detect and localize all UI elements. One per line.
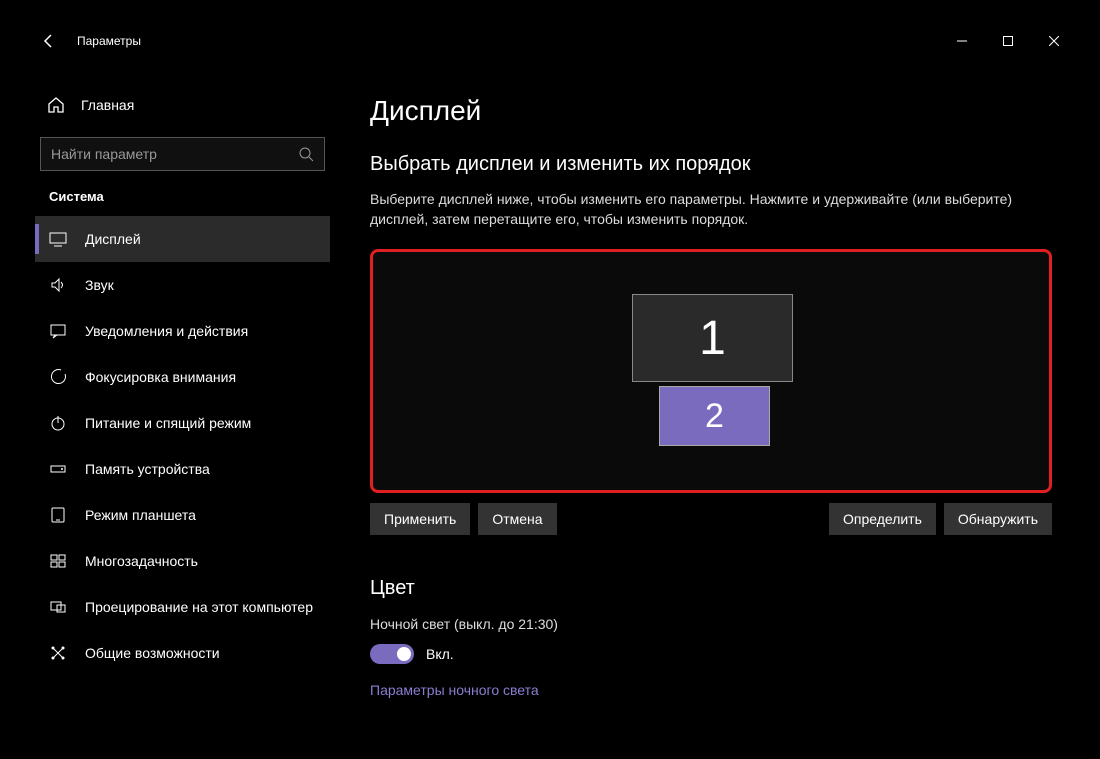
toggle-state-label: Вкл. (426, 646, 454, 662)
nav-display[interactable]: Дисплей (35, 216, 330, 262)
search-icon (298, 146, 314, 162)
monitor-1[interactable]: 1 (632, 294, 793, 382)
color-title: Цвет (370, 577, 1047, 600)
arrange-description: Выберите дисплей ниже, чтобы изменить ег… (370, 190, 1030, 229)
arrange-title: Выбрать дисплеи и изменить их порядок (370, 153, 1047, 176)
minimize-icon (957, 36, 967, 46)
night-light-status: Ночной свет (выкл. до 21:30) (370, 616, 1047, 632)
close-button[interactable] (1031, 25, 1077, 57)
nav-label: Уведомления и действия (85, 323, 248, 339)
nav-multitask[interactable]: Многозадачность (35, 538, 330, 584)
back-button[interactable] (25, 25, 73, 57)
window-title: Параметры (77, 34, 141, 48)
storage-icon (49, 460, 67, 478)
maximize-button[interactable] (985, 25, 1031, 57)
sidebar: Главная Система Дисплей Звук Уведомления… (25, 57, 340, 735)
arrow-left-icon (41, 33, 57, 49)
home-label: Главная (81, 97, 134, 113)
nav-label: Дисплей (85, 231, 141, 247)
content: Дисплей Выбрать дисплеи и изменить их по… (340, 57, 1077, 735)
nav-sound[interactable]: Звук (35, 262, 330, 308)
search-input[interactable] (51, 146, 298, 162)
identify-button[interactable]: Определить (829, 503, 936, 535)
minimize-button[interactable] (939, 25, 985, 57)
nav-notifications[interactable]: Уведомления и действия (35, 308, 330, 354)
projecting-icon (49, 598, 67, 616)
nav-label: Память устройства (85, 461, 210, 477)
nav-label: Общие возможности (85, 645, 220, 661)
nav-focus[interactable]: Фокусировка внимания (35, 354, 330, 400)
focus-icon (49, 368, 67, 386)
home-button[interactable]: Главная (35, 83, 330, 127)
power-icon (49, 414, 67, 432)
detect-button[interactable]: Обнаружить (944, 503, 1052, 535)
nav-storage[interactable]: Память устройства (35, 446, 330, 492)
nav-projecting[interactable]: Проецирование на этот компьютер (35, 584, 330, 630)
nav-label: Проецирование на этот компьютер (85, 599, 313, 615)
nav-label: Многозадачность (85, 553, 198, 569)
nav-shared[interactable]: Общие возможности (35, 630, 330, 676)
shared-icon (49, 644, 67, 662)
close-icon (1049, 36, 1059, 46)
nav-label: Питание и спящий режим (85, 415, 251, 431)
night-light-settings-link[interactable]: Параметры ночного света (370, 682, 539, 698)
search-box[interactable] (40, 137, 325, 171)
cancel-button[interactable]: Отмена (478, 503, 556, 535)
nav-label: Звук (85, 277, 114, 293)
nav-power[interactable]: Питание и спящий режим (35, 400, 330, 446)
nav-label: Режим планшета (85, 507, 196, 523)
monitor-2[interactable]: 2 (659, 386, 770, 446)
apply-button[interactable]: Применить (370, 503, 470, 535)
home-icon (47, 96, 65, 114)
multitask-icon (49, 552, 67, 570)
night-light-toggle[interactable] (370, 644, 414, 664)
display-icon (49, 230, 67, 248)
tablet-icon (49, 506, 67, 524)
page-title: Дисплей (370, 95, 1047, 127)
nav-tablet[interactable]: Режим планшета (35, 492, 330, 538)
nav-group-label: Система (35, 171, 330, 216)
sound-icon (49, 276, 67, 294)
notifications-icon (49, 322, 67, 340)
display-arrangement[interactable]: 1 2 (370, 249, 1052, 493)
maximize-icon (1003, 36, 1013, 46)
nav-label: Фокусировка внимания (85, 369, 236, 385)
